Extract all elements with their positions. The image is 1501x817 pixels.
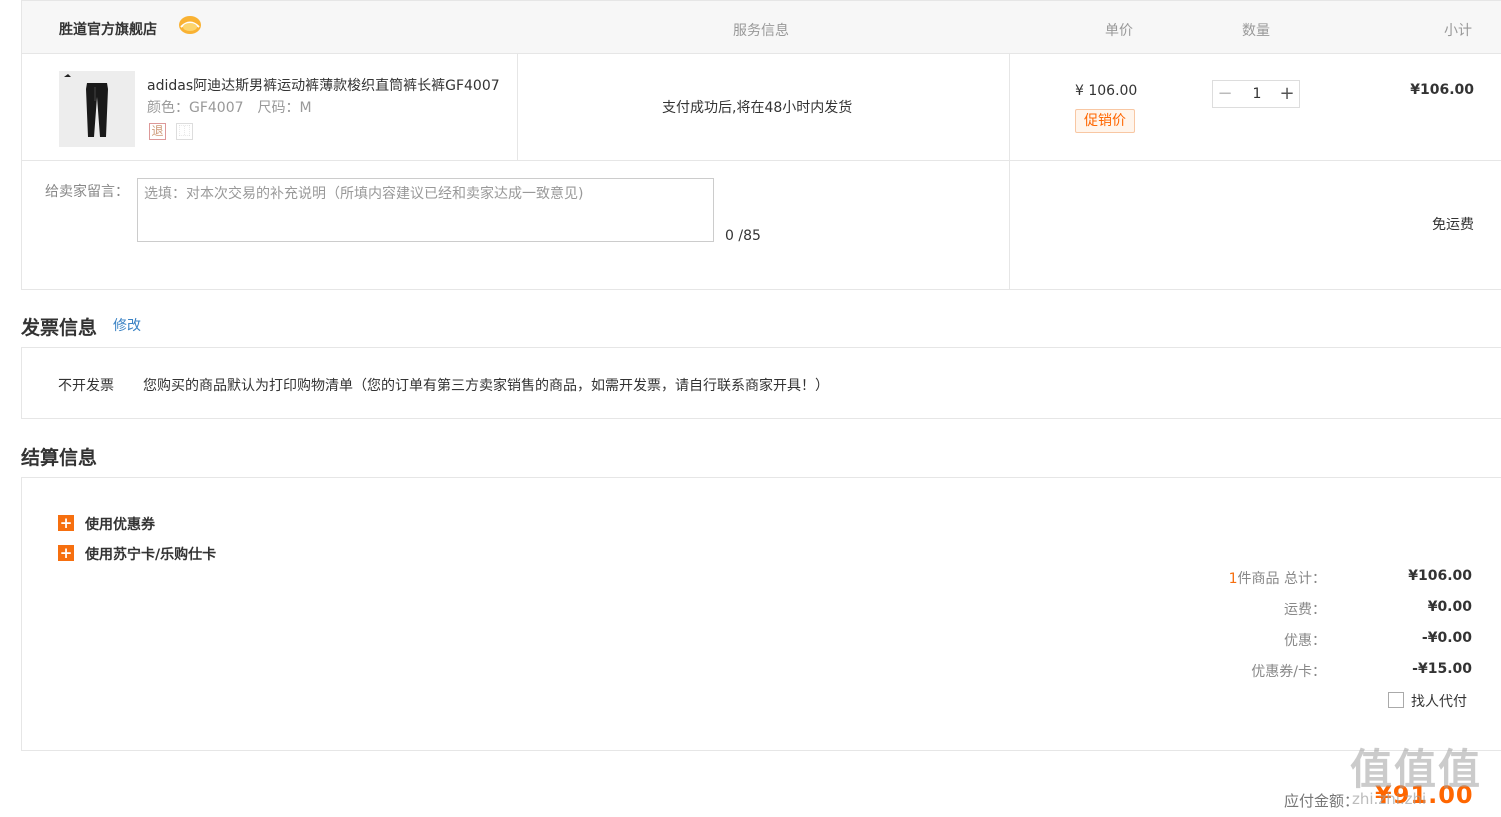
shipping-value: ¥0.00: [1427, 599, 1472, 615]
product-thumbnail[interactable]: [59, 71, 135, 147]
column-header-subtotal: 小计: [1444, 23, 1472, 39]
item-count-label: 1件商品 总计：: [1229, 568, 1326, 588]
shipping-note: 支付成功后,将在48小时内发货: [662, 100, 853, 116]
discount-value: -¥0.00: [1421, 630, 1472, 646]
divider: [22, 160, 1501, 161]
settlement-box: + 使用优惠券 + 使用苏宁卡/乐购仕卡 1件商品 总计： ¥106.00 运费…: [21, 477, 1501, 751]
quantity-stepper: − 1 +: [1212, 80, 1300, 108]
discount-label: 优惠：: [1284, 633, 1326, 649]
quantity-value[interactable]: 1: [1237, 84, 1277, 104]
return-service-icon[interactable]: 退: [149, 123, 166, 140]
message-char-count: 0 /85: [725, 228, 761, 244]
plus-square-icon[interactable]: +: [58, 515, 74, 531]
store-badge-icon: [179, 16, 201, 34]
invoice-box: 不开发票 您购买的商品默认为打印购物清单（您的订单有第三方卖家销售的商品，如需开…: [21, 347, 1501, 419]
column-header-quantity: 数量: [1242, 23, 1270, 39]
invoice-type: 不开发票: [58, 378, 114, 394]
product-title[interactable]: adidas阿迪达斯男裤运动裤薄款梭织直筒裤长裤GF4007: [147, 75, 502, 95]
payable-label: 应付金额：: [1284, 792, 1360, 810]
invoice-title: 发票信息: [21, 317, 98, 339]
plus-square-icon[interactable]: +: [58, 545, 74, 561]
shipping-fee-text: 免运费: [1432, 217, 1474, 233]
product-size: 尺码：M: [257, 100, 312, 116]
coupon-value: -¥15.00: [1412, 661, 1472, 677]
watermark-url: zhi.zhi.zhi: [1352, 790, 1427, 808]
unit-price: ¥ 106.00: [1075, 83, 1138, 99]
item-count-suffix: 件商品 总计：: [1237, 571, 1326, 587]
promo-tag: 促销价: [1075, 109, 1135, 133]
service-icon[interactable]: ⿰: [176, 123, 193, 140]
divider: [1009, 54, 1010, 290]
product-spec: 颜色：GF4007 尺码：M: [147, 97, 312, 117]
message-label: 给卖家留言：: [45, 184, 129, 200]
invoice-modify-link[interactable]: 修改: [113, 315, 141, 335]
total-value: ¥106.00: [1408, 568, 1472, 584]
settlement-title: 结算信息: [21, 447, 98, 469]
watermark-logo: 值值值: [1350, 745, 1483, 794]
use-coupon-toggle[interactable]: 使用优惠券: [85, 514, 155, 534]
use-card-toggle[interactable]: 使用苏宁卡/乐购仕卡: [85, 544, 216, 564]
order-header: 胜道官方旗舰店 服务信息 单价 数量 小计: [22, 1, 1501, 54]
plus-icon[interactable]: +: [1275, 81, 1299, 107]
column-header-unit-price: 单价: [1105, 23, 1133, 39]
invoice-description: 您购买的商品默认为打印购物清单（您的订单有第三方卖家销售的商品，如需开发票，请自…: [143, 378, 829, 394]
coupon-label: 优惠券/卡：: [1251, 664, 1326, 680]
proxy-pay-checkbox[interactable]: [1388, 692, 1404, 708]
item-subtotal: ¥106.00: [1410, 82, 1474, 98]
column-header-service: 服务信息: [733, 23, 789, 39]
divider: [517, 54, 518, 160]
minus-icon[interactable]: −: [1213, 81, 1237, 107]
seller-message-input[interactable]: [137, 178, 714, 242]
proxy-pay-label[interactable]: 找人代付: [1411, 691, 1467, 711]
item-count: 1: [1228, 571, 1238, 587]
store-name[interactable]: 胜道官方旗舰店: [59, 19, 157, 39]
pants-image: [64, 74, 108, 137]
shipping-label: 运费：: [1284, 602, 1326, 618]
product-color: 颜色：GF4007: [147, 100, 244, 116]
order-box: 胜道官方旗舰店 服务信息 单价 数量 小计 adidas阿迪达斯男裤运动裤薄款梭…: [21, 0, 1501, 290]
